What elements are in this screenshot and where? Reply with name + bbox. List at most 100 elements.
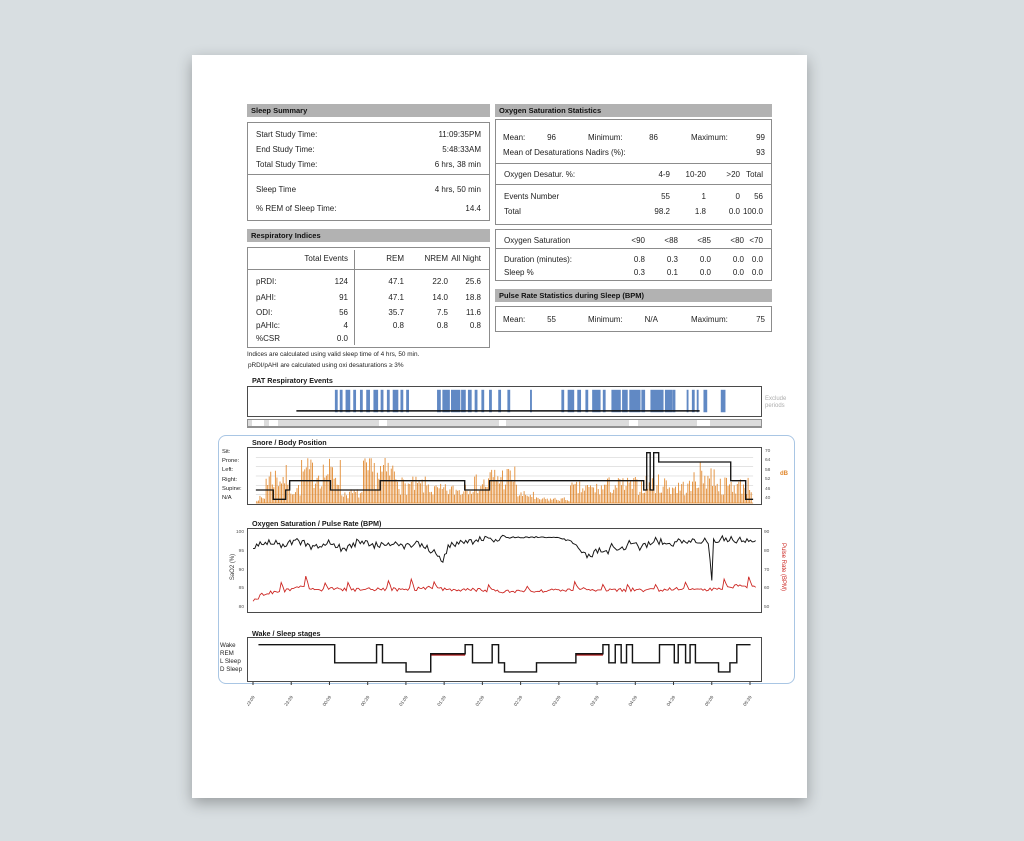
mean-value: 96: [532, 132, 556, 143]
mean-label: Mean:: [503, 314, 525, 325]
max-value: 75: [726, 314, 765, 325]
summary-row: % REM of Sleep Time: 14.4: [256, 203, 481, 214]
saturation-thresholds-box: Oxygen Saturation <90<88<85<80<70 Durati…: [495, 229, 772, 281]
cell: 70: [765, 449, 779, 454]
scrollbar-segment[interactable]: [629, 420, 638, 426]
cell: Right:: [222, 477, 246, 483]
svg-text:01:09: 01:09: [398, 694, 409, 707]
min-label: Minimum:: [588, 314, 623, 325]
scrollbar-segment[interactable]: [252, 420, 264, 426]
divider: [496, 163, 771, 164]
table-header-row: Total EventsREMNREMAll Night: [256, 253, 481, 264]
svg-text:05:09: 05:09: [704, 694, 715, 707]
svg-text:00:09: 00:09: [322, 694, 333, 707]
pulse-rate-header: Pulse Rate Statistics during Sleep (BPM): [495, 289, 772, 302]
spo2-pulse-chart: [247, 528, 762, 613]
max-value: 99: [726, 132, 765, 143]
pat-timeline-scrollbar[interactable]: [247, 419, 762, 428]
nadirs-row: Mean of Desaturations Nadirs (%): 93: [496, 147, 771, 158]
cell: Prone:: [222, 458, 246, 464]
summary-row: Start Study Time: 11:09:35PM: [256, 129, 481, 140]
cell: 91: [302, 292, 348, 303]
scrollbar-segment[interactable]: [697, 420, 709, 426]
scrollbar-segment[interactable]: [499, 420, 505, 426]
min-value: 86: [624, 132, 658, 143]
row-label: %CSR: [256, 333, 302, 344]
snore-position-title: Snore / Body Position: [252, 438, 327, 447]
scrollbar-segment[interactable]: [269, 420, 278, 426]
svg-text:05:39: 05:39: [742, 694, 753, 707]
svg-text:01:39: 01:39: [436, 694, 447, 707]
events-row: Events Number 551056: [504, 191, 763, 202]
cell: 0.8: [448, 320, 481, 331]
cell: All Night: [448, 253, 481, 264]
divider: [248, 174, 489, 175]
cell: 0.0: [711, 267, 744, 278]
cell: 1: [670, 191, 706, 202]
footnote: pRDI/pAHI are calculated using oxi desat…: [248, 362, 404, 369]
cell: [448, 333, 481, 344]
duration-label: Duration (minutes):: [504, 254, 612, 265]
row-label: % REM of Sleep Time:: [256, 203, 336, 214]
pulse-ticks: 9080706050: [764, 530, 774, 610]
row-value: 4 hrs, 50 min: [435, 184, 481, 195]
pat-events-title: PAT Respiratory Events: [252, 376, 333, 385]
table-row: pRDI: 12447.122.025.6: [256, 276, 481, 287]
spo2-pulse-title: Oxygen Saturation / Pulse Rate (BPM): [252, 519, 381, 528]
cell: NREM: [404, 253, 448, 264]
cell: 0.1: [645, 267, 678, 278]
cell: 14.0: [404, 292, 448, 303]
cell: 47.1: [348, 276, 404, 287]
row-label: Start Study Time:: [256, 129, 317, 140]
row-label: ODI:: [256, 307, 302, 318]
cell: 0.0: [711, 254, 744, 265]
scrollbar-segment[interactable]: [379, 420, 387, 426]
row-label: Sleep Time: [256, 184, 296, 195]
min-value: N/A: [624, 314, 658, 325]
table-row: pAHI: 9147.114.018.8: [256, 292, 481, 303]
summary-row: End Study Time: 5:48:33AM: [256, 144, 481, 155]
sao2-ticks: 10095908580: [234, 530, 244, 610]
cell: L Sleep: [220, 658, 246, 665]
pulse-rate-box: Mean: 55 Minimum: N/A Maximum: 75: [495, 306, 772, 332]
sleep-pct-label: Sleep %: [504, 267, 612, 278]
table-row: %CSR 0.0: [256, 333, 481, 344]
sleep-stages-chart: [247, 637, 762, 682]
sat-label: Oxygen Saturation: [504, 235, 612, 246]
max-label: Maximum:: [691, 314, 728, 325]
cell: 0.0: [744, 254, 763, 265]
desat-header-row: Oxygen Desatur. %: 4-910-20>20Total: [504, 169, 763, 180]
cell: Left:: [222, 467, 246, 473]
cell: 10-20: [670, 169, 706, 180]
cell: Wake: [220, 642, 246, 649]
snore-position-chart: [247, 447, 762, 505]
db-axis-label: dB: [780, 471, 788, 477]
cell: 52: [765, 477, 779, 482]
sleep-report-page: Sleep Summary Start Study Time: 11:09:35…: [192, 55, 807, 798]
cell: 22.0: [404, 276, 448, 287]
cell: D Sleep: [220, 666, 246, 673]
min-label: Minimum:: [588, 132, 623, 143]
cell: 0.0: [302, 333, 348, 344]
sleep-stages-time-axis: 23:0923:3900:0900:3901:0901:3902:0902:39…: [247, 682, 762, 712]
cell: Sit:: [222, 449, 246, 455]
respiratory-indices-header: Respiratory Indices: [247, 229, 490, 242]
row-label: pAHIc:: [256, 320, 302, 331]
svg-text:02:09: 02:09: [475, 694, 486, 707]
oxygen-saturation-box: Mean: 96 Minimum: 86 Maximum: 99 Mean of…: [495, 119, 772, 225]
svg-text:04:09: 04:09: [627, 694, 638, 707]
mean-label: Mean:: [503, 132, 525, 143]
cell: <80: [711, 235, 744, 246]
cell: 98.2: [630, 206, 670, 217]
cell: 0.8: [612, 254, 645, 265]
cell: REM: [220, 650, 246, 657]
stats-row: Mean: 55 Minimum: N/A Maximum: 75: [496, 314, 771, 325]
respiratory-indices-box: Total EventsREMNREMAll Night pRDI: 12447…: [247, 247, 490, 348]
summary-row: Sleep Time 4 hrs, 50 min: [256, 184, 481, 195]
svg-text:23:39: 23:39: [283, 694, 294, 707]
cell: N/A: [222, 495, 246, 501]
row-value: 11:09:35PM: [438, 129, 481, 140]
cell: 100: [234, 530, 244, 535]
row-label: pAHI:: [256, 292, 302, 303]
oxygen-saturation-header: Oxygen Saturation Statistics: [495, 104, 772, 117]
